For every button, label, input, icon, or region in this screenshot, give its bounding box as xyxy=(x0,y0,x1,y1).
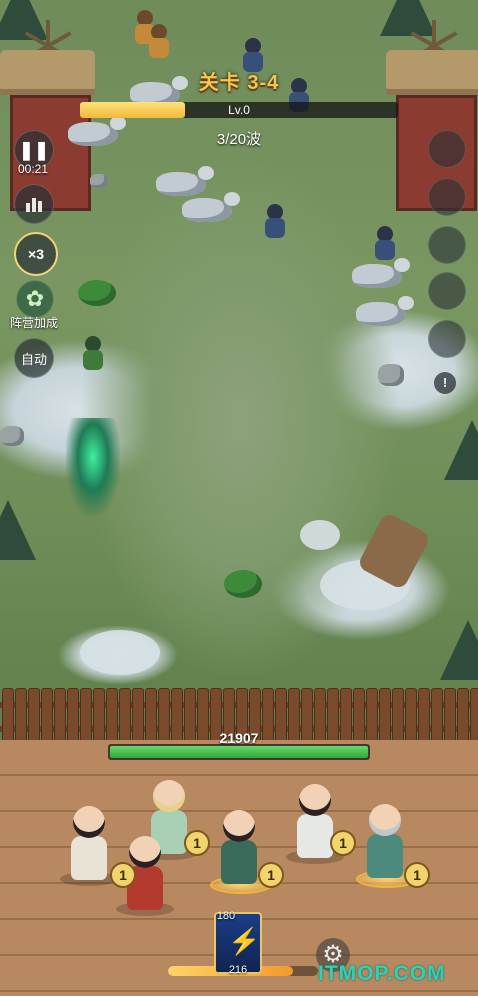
rock xyxy=(90,174,108,188)
hero-black-hair[interactable] xyxy=(286,784,344,864)
wave-counter: 3/20波 xyxy=(216,131,262,148)
hero-level-badge: 1 xyxy=(184,830,210,856)
hero-level-badge: 1 xyxy=(330,830,356,856)
alert-icon: ! xyxy=(442,375,448,390)
pine-tree xyxy=(0,500,36,560)
base-hp-bar xyxy=(108,744,370,760)
item-slot-4[interactable] xyxy=(428,272,466,310)
rock xyxy=(0,426,24,446)
speed-button[interactable]: ×3 xyxy=(14,232,58,276)
pine-tree xyxy=(444,420,478,480)
skill-card-cost: 180 xyxy=(216,910,236,922)
alert-button[interactable]: ! xyxy=(434,372,456,394)
level-progress-bar: Lv.0 xyxy=(80,102,398,118)
item-slot-3[interactable] xyxy=(428,226,466,264)
level-label: Lv.0 xyxy=(228,103,250,117)
spectral-tree-monster xyxy=(66,418,120,516)
hero-level-badge: 1 xyxy=(404,862,430,888)
wolf-enemy xyxy=(356,296,414,326)
stats-button[interactable] xyxy=(14,184,54,224)
hero-level-badge: 1 xyxy=(110,862,136,888)
wolf-enemy xyxy=(182,192,240,222)
faction-icon: ✿ xyxy=(25,286,45,311)
game-screen: 关卡 3-4 Lv.0 3/20波 ❚❚ 00:21 ×3 ✿ 阵营加成 自动 … xyxy=(0,0,478,996)
level-title: 关卡 3-4 xyxy=(198,72,280,94)
faction-bonus-label: 阵营加成 xyxy=(9,316,58,330)
bandit-enemy xyxy=(148,24,170,58)
snow-patch xyxy=(300,520,340,550)
pause-icon: ❚❚ xyxy=(18,139,50,160)
hero-white-dress[interactable] xyxy=(60,806,118,886)
auto-button[interactable]: 自动 xyxy=(14,338,54,378)
item-slot-1[interactable] xyxy=(428,130,466,168)
hero-silver-armor[interactable] xyxy=(356,804,418,888)
watermark: ITMOP.COM xyxy=(318,962,446,985)
hero-level-badge: 1 xyxy=(258,862,284,888)
snow-patch xyxy=(80,630,160,675)
wolf-enemy xyxy=(156,166,214,196)
bush xyxy=(224,570,262,598)
base-hp-fill xyxy=(110,746,368,758)
green-warrior-unit xyxy=(82,336,104,370)
pine-tree xyxy=(440,620,478,680)
item-slot-5[interactable] xyxy=(428,320,466,358)
hero-dark-sorceress[interactable] xyxy=(210,810,272,894)
faction-bonus-button[interactable]: ✿ xyxy=(16,280,54,318)
wolf-enemy xyxy=(352,258,410,288)
ninja-enemy xyxy=(264,204,286,238)
battle-timer: 00:21 xyxy=(17,162,49,176)
bar-chart-icon xyxy=(26,198,42,212)
lightning-icon: ⚡ xyxy=(228,926,261,956)
bush xyxy=(78,280,116,306)
item-slot-2[interactable] xyxy=(428,178,466,216)
rock xyxy=(378,364,404,386)
ninja-enemy xyxy=(374,226,396,260)
skill-card-energy: 216 xyxy=(228,964,248,976)
